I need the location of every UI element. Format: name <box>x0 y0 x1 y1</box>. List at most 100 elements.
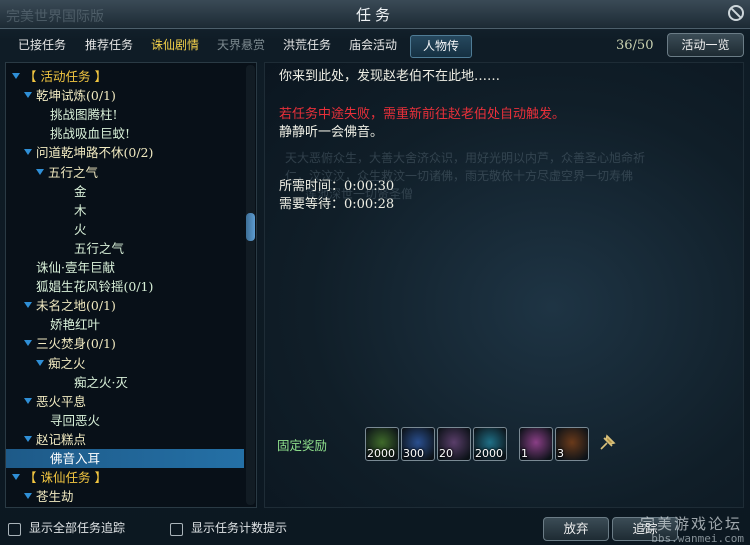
tree-quest[interactable]: 娇艳红叶 <box>6 315 244 334</box>
tree-label: 【 诛仙任务 】 <box>24 470 107 486</box>
tree-category[interactable]: 【 活动任务 】 <box>6 67 244 86</box>
window-title: 任务 <box>355 6 394 24</box>
expand-arrow-icon[interactable] <box>24 92 32 99</box>
reward-quantity: 300 <box>403 447 424 460</box>
cyan-orb-icon[interactable]: 2000 <box>473 427 507 461</box>
fixed-reward-label: 固定奖励 <box>277 438 328 453</box>
green-flask-icon[interactable]: 2000 <box>365 427 399 461</box>
show-counter-checkbox[interactable] <box>170 523 183 536</box>
tree-label: 佛音入耳 <box>50 451 101 466</box>
quest-window: 完美世界国际版 任务 已接任务 推荐任务 诛仙剧情 天界悬赏 洪荒任务 庙会活动… <box>0 0 750 545</box>
expand-arrow-icon[interactable] <box>24 435 32 442</box>
tree-label: 问道乾坤路不休(0/2) <box>36 145 154 161</box>
scroll-thumb[interactable] <box>246 213 255 241</box>
tree-label: 痴之火·灭 <box>74 374 128 390</box>
tree-label: 五行之气 <box>48 164 99 180</box>
quest-tree-panel: 【 活动任务 】乾坤试炼(0/1) 挑战图腾柱! 挑战吸血巨蚊! 问道乾坤路不休(0/… <box>5 62 257 508</box>
background-scripture-1: 天大恶俯众生，大善大舍济众识，用好光明以内芦，众善圣心旭命祈 <box>285 151 646 165</box>
expand-arrow-icon[interactable] <box>24 397 32 404</box>
spiral-orb-icon[interactable]: 20 <box>437 427 471 461</box>
tab-temple-fair[interactable]: 庙会活动 <box>342 35 404 56</box>
show-all-track-checkbox[interactable] <box>8 523 21 536</box>
forum-watermark: 完美游戏论坛 <box>639 515 742 533</box>
reward-quantity: 3 <box>557 447 564 460</box>
tree-group[interactable]: 乾坤试炼(0/1) <box>6 86 244 105</box>
abandon-button[interactable]: 放弃 <box>543 517 609 541</box>
tree-group[interactable]: 恶火平息 <box>6 392 244 411</box>
tree-label: 挑战吸血巨蚊! <box>50 126 131 142</box>
tab-accepted[interactable]: 已接任务 <box>10 35 74 56</box>
expand-arrow-icon[interactable] <box>24 340 32 347</box>
tree-label: 娇艳红叶 <box>50 317 101 333</box>
expand-arrow-icon[interactable] <box>24 493 32 500</box>
tree-group[interactable]: 赵记糕点 <box>6 430 244 449</box>
show-all-track-label: 显示全部任务追踪 <box>29 521 126 535</box>
reward-quantity: 1 <box>521 447 528 460</box>
tree-label: 恶火平息 <box>36 393 87 409</box>
quest-tree-scrollbar[interactable] <box>246 65 255 505</box>
blue-feather-icon[interactable]: 300 <box>401 427 435 461</box>
title-bar[interactable]: 完美世界国际版 任务 <box>0 0 750 29</box>
tree-group[interactable]: 三火焚身(0/1) <box>6 334 244 353</box>
close-icon[interactable] <box>728 5 744 21</box>
pin-icon[interactable] <box>598 434 616 452</box>
tree-quest[interactable]: 挑战图腾柱! <box>6 105 244 124</box>
tree-quest[interactable]: 诛仙·壹年巨献 <box>6 258 244 277</box>
tree-group[interactable]: 问道乾坤路不休(0/2) <box>6 143 244 162</box>
quest-warning: 若任务中途失败，需重新前往赵老伯处自动触发。 <box>279 107 566 122</box>
tree-label: 寻回恶火 <box>50 412 101 428</box>
expand-arrow-icon[interactable] <box>36 168 44 175</box>
tree-label: 火 <box>74 221 87 237</box>
forum-url-watermark: bbs.wanmei.com <box>651 532 744 545</box>
quest-detail-panel: 天大恶俯众生，大善大舍济众识，用好光明以内芦，众善圣心旭命祈 仁，汶汶汶，众生救… <box>264 62 744 508</box>
show-counter-label: 显示任务计数提示 <box>191 521 288 535</box>
expand-arrow-icon[interactable] <box>36 359 44 366</box>
expand-arrow-icon[interactable] <box>12 474 20 481</box>
tab-recommended[interactable]: 推荐任务 <box>78 35 140 56</box>
tree-group[interactable]: 未名之地(0/1) <box>6 296 244 315</box>
tree-label: 【 活动任务 】 <box>24 69 107 84</box>
tab-zhuxian-story[interactable]: 诛仙剧情 <box>144 35 206 56</box>
tree-label: 金 <box>74 183 87 199</box>
expand-arrow-icon[interactable] <box>24 149 32 156</box>
tab-heaven-bounty[interactable]: 天界悬赏 <box>210 35 272 56</box>
tree-quest[interactable]: 挑战吸血巨蚊! <box>6 124 244 143</box>
tree-quest[interactable]: 木 <box>6 201 244 220</box>
activity-list-button[interactable]: 活动一览 <box>667 33 744 57</box>
tree-quest[interactable]: 金 <box>6 182 244 201</box>
tree-quest[interactable]: 火 <box>6 220 244 239</box>
tree-quest[interactable]: 寻回恶火 <box>6 411 244 430</box>
tab-primordial[interactable]: 洪荒任务 <box>276 35 338 56</box>
tree-label: 狐娼生花风铃摇(0/1) <box>36 279 154 295</box>
time-required: 所需时间：0:00:30 <box>279 179 395 194</box>
footer-bar: 显示全部任务追踪 显示任务计数提示 放弃 追踪 完美游戏论坛 bbs.wanme… <box>0 510 750 545</box>
tree-label: 三火焚身(0/1) <box>36 336 116 352</box>
reward-quantity: 2000 <box>475 447 503 460</box>
tree-label: 痴之火 <box>48 355 86 371</box>
quest-intro: 你来到此处，发现赵老伯不在此地…… <box>279 69 501 84</box>
fire-emblem-icon[interactable]: 3 <box>555 427 589 461</box>
quest-count: 36/50 <box>616 38 654 53</box>
tree-label: 诛仙·壹年巨献 <box>36 260 115 275</box>
tree-quest[interactable]: 痴之火·灭 <box>6 373 244 392</box>
tree-label: 五行之气 <box>74 240 125 256</box>
tree-label: 赵记糕点 <box>36 431 87 447</box>
tree-quest[interactable]: 佛音入耳 <box>6 449 244 468</box>
reward-quantity: 20 <box>439 447 453 460</box>
tree-quest[interactable]: 狐娼生花风铃摇(0/1) <box>6 277 244 296</box>
tree-quest[interactable]: 五行之气 <box>6 239 244 258</box>
pink-orb-icon[interactable]: 1 <box>519 427 553 461</box>
tree-label: 苍生劫 <box>36 489 74 505</box>
tree-label: 挑战图腾柱! <box>50 107 118 123</box>
tree-group[interactable]: 苍生劫 <box>6 487 244 506</box>
tree-label: 未名之地(0/1) <box>36 298 116 314</box>
tree-group[interactable]: 痴之火 <box>6 354 244 373</box>
wait-time: 需要等待：0:00:28 <box>279 197 395 212</box>
tab-biographies[interactable]: 人物传 <box>410 35 472 58</box>
expand-arrow-icon[interactable] <box>24 302 32 309</box>
tree-category[interactable]: 【 诛仙任务 】 <box>6 468 244 487</box>
reward-quantity: 2000 <box>367 447 395 460</box>
tree-group[interactable]: 五行之气 <box>6 163 244 182</box>
expand-arrow-icon[interactable] <box>12 73 20 79</box>
tree-label: 木 <box>74 202 87 218</box>
